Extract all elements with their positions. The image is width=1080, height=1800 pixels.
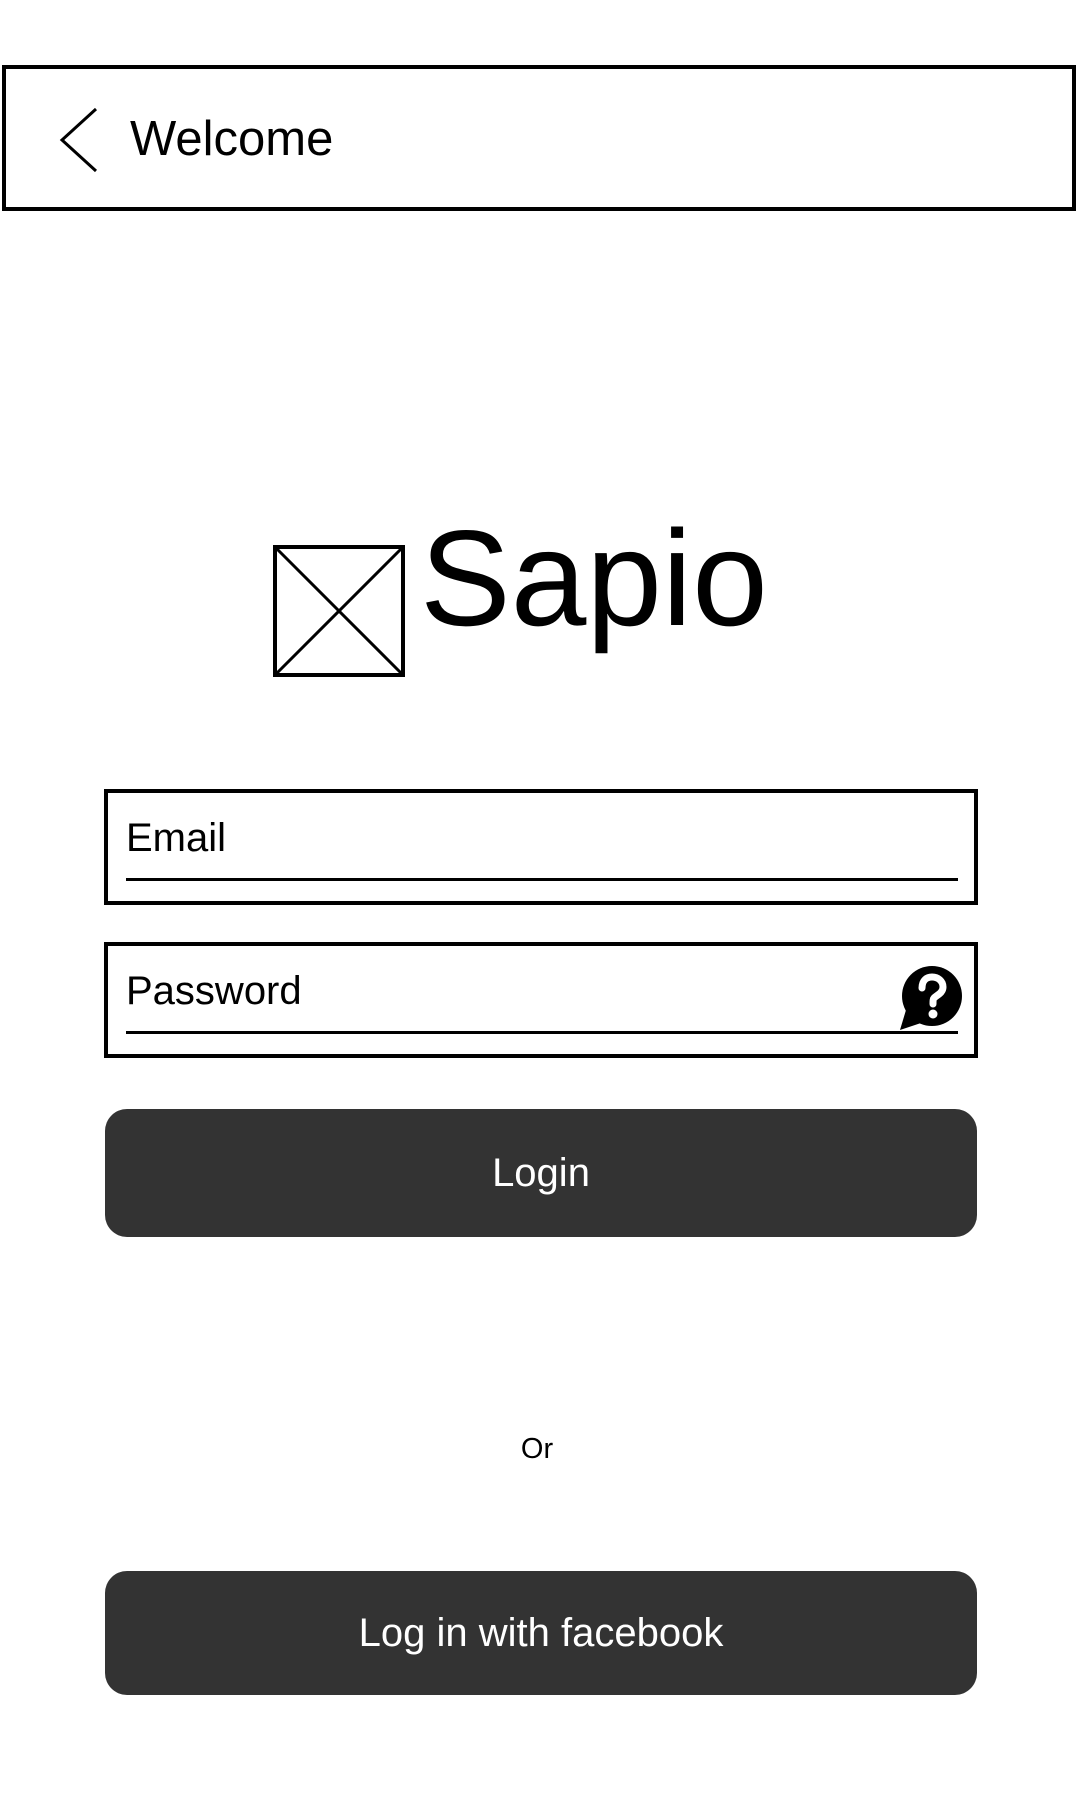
chevron-left-icon[interactable]: [58, 107, 108, 173]
login-button-label: Login: [492, 1150, 590, 1195]
email-field: [104, 789, 978, 905]
email-underline: [126, 878, 958, 881]
password-input[interactable]: [126, 968, 826, 1014]
help-bubble-icon[interactable]: [898, 966, 964, 1032]
email-input[interactable]: [126, 815, 826, 861]
app-header: Welcome: [2, 65, 1076, 211]
image-placeholder-icon: [273, 545, 405, 677]
page-title: Welcome: [130, 112, 334, 166]
password-field: [104, 942, 978, 1058]
facebook-login-button[interactable]: Log in with facebook: [105, 1571, 977, 1695]
facebook-login-button-label: Log in with facebook: [358, 1610, 724, 1655]
password-underline: [126, 1031, 958, 1034]
divider-text: Or: [520, 1433, 554, 1465]
login-button[interactable]: Login: [105, 1109, 977, 1237]
app-name: Sapio: [420, 502, 768, 654]
